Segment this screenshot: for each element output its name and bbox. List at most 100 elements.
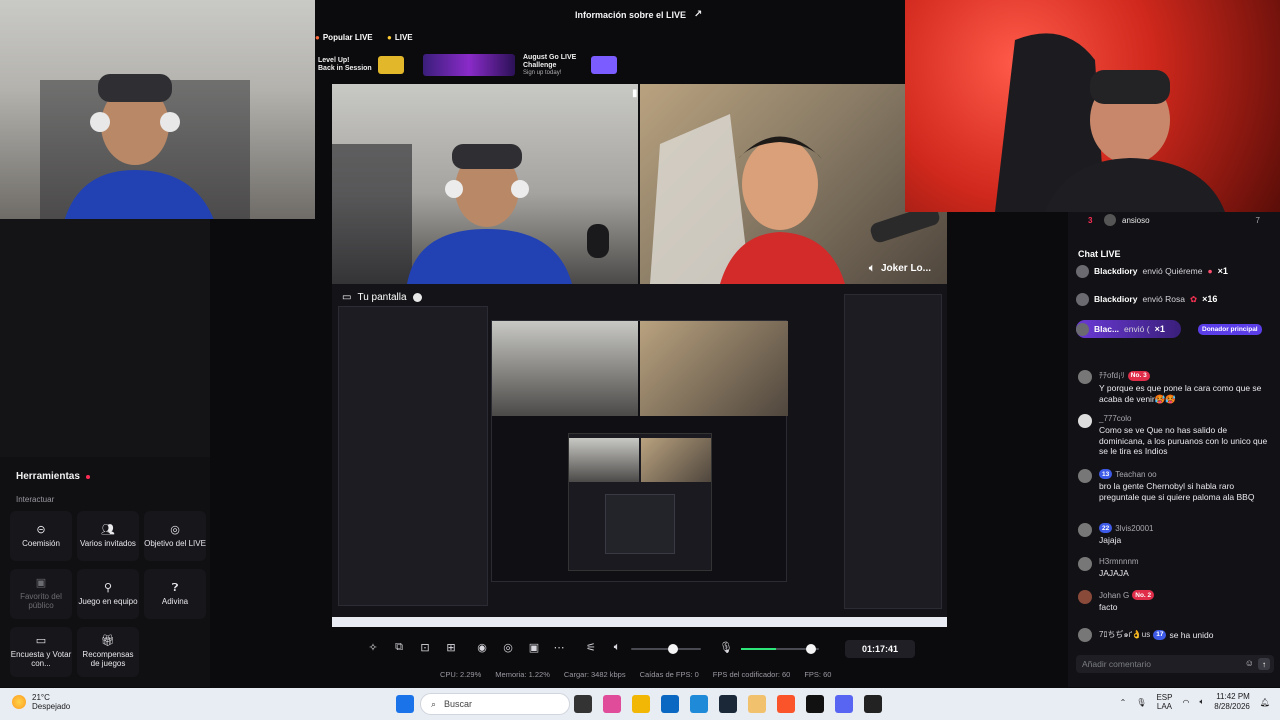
brave-icon[interactable] [777, 695, 795, 713]
emoji-icon[interactable]: ☺ [1245, 658, 1254, 668]
monitor-icon: ▭ [342, 292, 352, 303]
chat-username[interactable]: 3lvis20001 [1115, 524, 1153, 533]
comment-input[interactable]: Añadir comentario ☺ ↑ [1076, 655, 1274, 673]
microphone-icon[interactable]: 🎙︎ [1136, 698, 1146, 707]
tool-team-game[interactable]: ⚲ Juego en equipo [77, 569, 139, 619]
audio-bars-icon: ▮▮▮ [632, 88, 638, 99]
live-pill-label: LIVE [394, 33, 413, 42]
gift-sender[interactable]: Blackdiory [1094, 294, 1137, 304]
popular-live-pill[interactable]: ● Popular LIVE [315, 30, 373, 45]
banner-level-up[interactable]: Level Up! Back in Session [318, 52, 404, 78]
screen-share-toggle-icon[interactable] [412, 293, 422, 302]
microphone-icon[interactable]: 🎙︎ [718, 641, 734, 654]
settings-sliders-icon[interactable]: ⚟ [583, 641, 599, 654]
live-timer: 01:17:41 [845, 640, 915, 658]
volume-slider-knob[interactable] [668, 644, 678, 654]
record-icon[interactable]: ◉ [474, 641, 490, 654]
top-donor-badge: Donador principal [1198, 324, 1262, 335]
notification-bell-icon[interactable]: 🔔︎ [1260, 698, 1270, 707]
system-tray: ⌃ 🎙︎ ESP LAA ◠ 🔈︎ 11:42 PM 8/28/2026 🔔︎ [1120, 692, 1270, 712]
tiktok-icon[interactable] [806, 695, 824, 713]
crown-icon [591, 56, 617, 74]
chat-username[interactable]: _777colo [1099, 414, 1131, 423]
tool-poll[interactable]: ▭ Encuesta y Votar con... [10, 627, 72, 677]
discord-icon[interactable] [835, 695, 853, 713]
rose-icon: ✿ [1190, 293, 1198, 304]
layers-icon[interactable]: ⧉ [391, 641, 407, 654]
chat-username[interactable]: H3rmnnnm [1099, 557, 1139, 566]
avatar[interactable] [1078, 523, 1092, 537]
tool-live-goal[interactable]: ◎ Objetivo del LIVE [144, 511, 206, 561]
store-icon[interactable] [661, 695, 679, 713]
media-icon[interactable] [864, 695, 882, 713]
gift-icon: ▣ [35, 577, 47, 589]
nested-host-camera [492, 321, 638, 416]
steam-icon[interactable] [719, 695, 737, 713]
edge-icon[interactable] [690, 695, 708, 713]
ranking-row[interactable]: 3 ansioso 7 [1068, 212, 1280, 228]
chat-username[interactable]: ﾁﾁofd¡ﾘ [1099, 370, 1125, 381]
stat-upload: Cargar: 3482 kbps [563, 670, 626, 679]
banner-august-challenge[interactable]: August Go LIVE Challenge Sign up today! [523, 52, 617, 78]
chat-username[interactable]: Johan G [1099, 591, 1129, 600]
gift-sender[interactable]: Blac... [1094, 324, 1119, 334]
mic-slider-knob[interactable] [806, 644, 817, 654]
task-view-icon[interactable] [574, 695, 592, 713]
mic-level-slider[interactable] [741, 644, 819, 654]
gift-sender[interactable]: Blackdiory [1094, 266, 1137, 276]
chevron-up-icon[interactable]: ⌃ [1120, 698, 1127, 707]
stream-icon[interactable]: ◎ [500, 641, 516, 654]
language-indicator[interactable]: ESP LAA [1156, 693, 1172, 711]
volume-icon[interactable]: 🔈︎ [609, 641, 625, 654]
chat-username[interactable]: 7ﾛちぢ๑ґ👌us [1099, 628, 1150, 641]
nested-screen [568, 433, 712, 571]
stat-memory: Memoria: 1.22% [495, 670, 550, 679]
camera-icon[interactable]: ⊡ [417, 641, 433, 654]
nested-chat-panel [844, 294, 942, 609]
avatar[interactable] [1078, 469, 1092, 483]
screen-share-label-text: Tu pantalla [357, 292, 407, 303]
windows-start-icon[interactable] [396, 695, 414, 713]
tool-multi-guest[interactable]: 👥︎ Varios invitados [77, 511, 139, 561]
tool-coemision[interactable]: ⊝ Coemisión [10, 511, 72, 561]
volume-slider[interactable] [631, 644, 701, 654]
taskbar-search[interactable]: ⌕ Buscar [420, 693, 570, 715]
app-icon[interactable] [748, 695, 766, 713]
chat-username[interactable]: Teachan oo [1115, 470, 1156, 479]
level-badge: 13 [1099, 469, 1113, 479]
tool-guess[interactable]: ❓︎ Adivina [144, 569, 206, 619]
gift-row: Blackdiory envió Quiéreme ● ×1 [1076, 262, 1276, 280]
tool-game-rewards[interactable]: 🎁︎ Recompensas de juegos [77, 627, 139, 677]
speaker-icon[interactable]: 🔈︎ [1199, 697, 1204, 707]
avatar[interactable] [1078, 370, 1092, 384]
magic-wand-icon[interactable]: ✧ [365, 641, 381, 654]
gift-action: envió Rosa [1142, 294, 1185, 304]
avatar[interactable] [1078, 590, 1092, 604]
avatar[interactable] [1078, 628, 1092, 642]
chat-text: JAJAJA [1099, 568, 1129, 578]
live-pill[interactable]: ● LIVE [387, 30, 413, 45]
join-text: se ha unido [1169, 629, 1214, 640]
tools-title-text: Herramientas [16, 471, 80, 482]
tool-audience-favorite[interactable]: ▣ Favorito del público [10, 569, 72, 619]
video-icon[interactable]: ▣ [526, 641, 542, 654]
live-info-title[interactable]: Información sobre el LIVE ↗ [575, 9, 702, 20]
more-icon[interactable]: ⋯ [551, 641, 567, 654]
avatar[interactable] [1078, 414, 1092, 428]
avatar[interactable] [1078, 557, 1092, 571]
send-icon[interactable]: ↑ [1258, 658, 1270, 670]
clock[interactable]: 11:42 PM 8/28/2026 [1214, 692, 1250, 712]
rewards-icon: 🎁︎ [101, 635, 115, 647]
banner-music-stage[interactable] [423, 52, 515, 78]
share-icon[interactable]: ↗ [694, 9, 702, 20]
tool-label: Juego en equipo [78, 596, 138, 606]
weather-widget[interactable]: 21°C Despejado [12, 693, 70, 711]
chat-message: Johan G No. 2 facto [1076, 590, 1274, 613]
copilot-icon[interactable] [603, 695, 621, 713]
nested-left-panel [338, 306, 488, 606]
gift-action: envió Quiéreme [1142, 266, 1203, 276]
add-source-icon[interactable]: ⊞ [443, 641, 459, 654]
file-explorer-icon[interactable] [632, 695, 650, 713]
avatar [1076, 264, 1089, 278]
wifi-icon[interactable]: ◠ [1182, 698, 1189, 707]
